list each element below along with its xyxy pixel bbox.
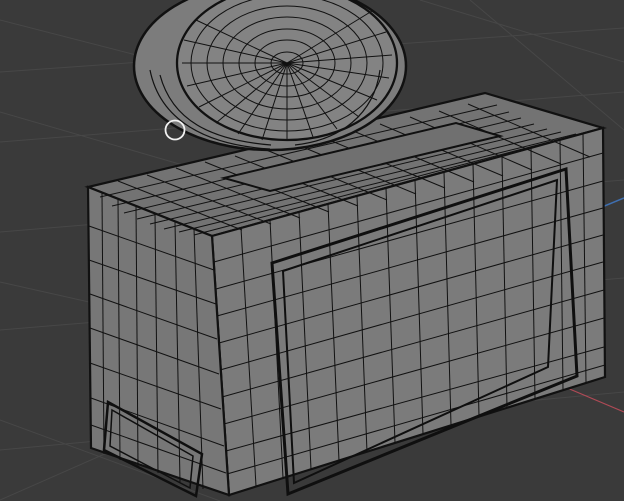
viewport-canvas bbox=[0, 0, 624, 501]
mesh-box[interactable] bbox=[84, 91, 607, 498]
3d-viewport[interactable] bbox=[0, 0, 624, 501]
